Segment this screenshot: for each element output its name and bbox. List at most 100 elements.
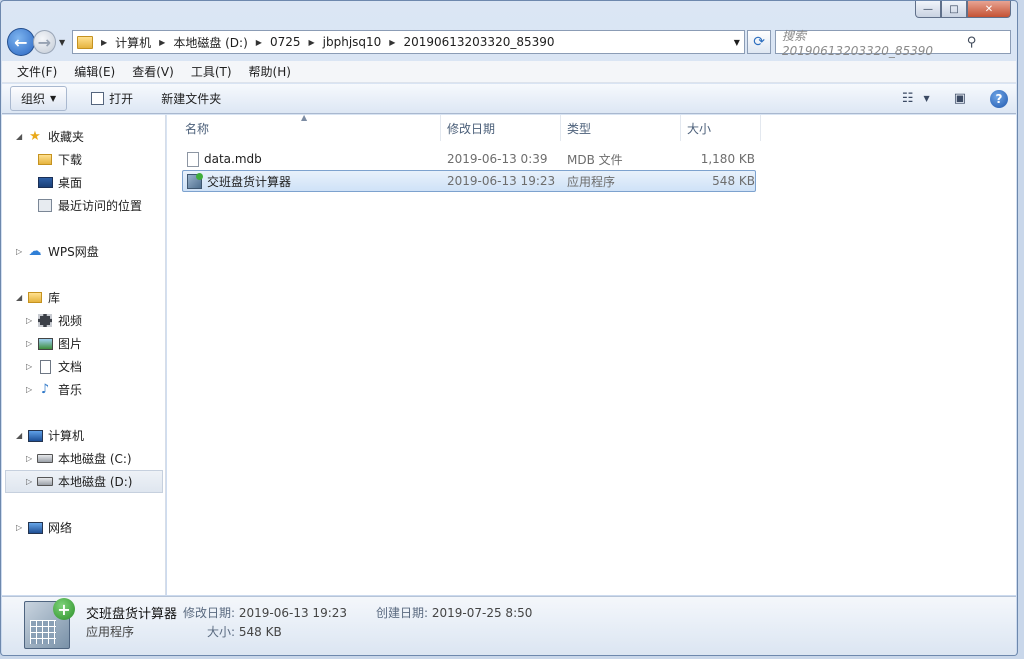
- tree-label: 网络: [48, 521, 73, 535]
- collapsed-arrow-icon[interactable]: ▷: [26, 316, 36, 325]
- refresh-button[interactable]: ⟳: [747, 30, 771, 54]
- tree-computer[interactable]: ◢ 计算机: [2, 424, 165, 447]
- column-header-size[interactable]: 大小: [681, 115, 761, 141]
- column-header-type[interactable]: 类型: [561, 115, 681, 141]
- help-icon[interactable]: ?: [990, 89, 1008, 108]
- tree-documents[interactable]: ▷ 文档: [2, 355, 165, 378]
- expanded-arrow-icon[interactable]: ◢: [16, 293, 26, 302]
- new-folder-button[interactable]: 新建文件夹: [151, 86, 231, 111]
- caption-buttons: — □ ✕: [915, 1, 1011, 18]
- collapsed-arrow-icon[interactable]: ▷: [26, 362, 36, 371]
- details-value: 548 KB: [238, 625, 282, 639]
- menu-help[interactable]: 帮助(H): [240, 61, 299, 82]
- tree-wps-cloud[interactable]: ▷ ☁ WPS网盘: [2, 240, 165, 263]
- address-bar[interactable]: ▶ 计算机 ▶ 本地磁盘 (D:) ▶ 0725 ▶ jbphjsq10 ▶ 2…: [71, 30, 746, 54]
- collapsed-arrow-icon[interactable]: ▷: [26, 477, 36, 486]
- search-input[interactable]: 搜索 20190613203320_85390 ⚲: [774, 29, 1012, 58]
- application-icon: [187, 172, 203, 189]
- open-icon: [91, 92, 105, 105]
- file-date: 2019-06-13 0:39: [447, 152, 548, 166]
- tree-label: 图片: [58, 337, 83, 351]
- tree-pictures[interactable]: ▷ 图片: [2, 332, 165, 355]
- breadcrumb: ▶ 计算机 ▶ 本地磁盘 (D:) ▶ 0725 ▶ jbphjsq10 ▶ 2…: [93, 34, 555, 51]
- breadcrumb-separator-icon[interactable]: ▶: [159, 38, 165, 47]
- details-file-name: 交班盘货计算器: [86, 607, 178, 622]
- file-row[interactable]: data.mdb 2019-06-13 0:39 MDB 文件 1,180 KB: [182, 148, 756, 170]
- file-row[interactable]: 交班盘货计算器 2019-06-13 19:23 应用程序 548 KB: [182, 170, 756, 192]
- view-dropdown-icon[interactable]: ▼: [924, 94, 930, 103]
- details-value: 2019-07-25 8:50: [431, 606, 533, 620]
- tree-label: 收藏夹: [48, 130, 85, 144]
- breadcrumb-separator-icon[interactable]: ▶: [389, 38, 395, 47]
- recent-pages-dropdown[interactable]: ▼: [56, 38, 68, 47]
- breadcrumb-0725[interactable]: 0725: [270, 35, 301, 49]
- maximize-button[interactable]: □: [941, 1, 967, 18]
- collapsed-arrow-icon[interactable]: ▷: [16, 523, 26, 532]
- file-date: 2019-06-13 19:23: [447, 174, 556, 188]
- libraries-icon: [26, 290, 44, 306]
- breadcrumb-separator-icon[interactable]: ▶: [256, 38, 262, 47]
- menu-tools[interactable]: 工具(T): [182, 61, 240, 82]
- tree-label: 库: [48, 291, 61, 305]
- breadcrumb-computer[interactable]: 计算机: [115, 34, 151, 51]
- organize-button[interactable]: 组织 ▼: [10, 86, 68, 111]
- forward-button[interactable]: →: [32, 30, 57, 54]
- column-header-date[interactable]: 修改日期: [441, 115, 561, 141]
- desktop-icon: [36, 175, 54, 191]
- collapsed-arrow-icon[interactable]: ▷: [26, 454, 36, 463]
- computer-icon: [26, 428, 44, 444]
- menu-file[interactable]: 文件(F): [8, 61, 65, 82]
- preview-pane-icon[interactable]: ▣: [954, 91, 966, 106]
- details-pane: + 交班盘货计算器 应用程序 修改日期: 2019-06-13 19:23 大小…: [2, 596, 1016, 655]
- downloads-folder-icon: [36, 152, 54, 168]
- tree-network[interactable]: ▷ 网络: [2, 516, 165, 539]
- minimize-button[interactable]: —: [915, 1, 941, 18]
- breadcrumb-current-folder[interactable]: 20190613203320_85390: [403, 35, 554, 49]
- view-options-icon[interactable]: ☷: [902, 91, 914, 106]
- file-list-pane: ▲ 名称 修改日期 类型 大小 data.mdb 2019-06-13 0:39…: [167, 113, 1016, 595]
- column-header-name[interactable]: ▲ 名称: [179, 113, 441, 141]
- menu-edit[interactable]: 编辑(E): [65, 61, 123, 82]
- tree-label: 桌面: [58, 176, 83, 190]
- details-value: 2019-06-13 19:23: [238, 606, 348, 620]
- search-placeholder: 搜索 20190613203320_85390: [781, 28, 934, 58]
- navigation-pane: ◢ ★ 收藏夹 下载 桌面 最近访问的位置 ▷ ☁ WPS网盘 ◢ 库 ▷ 视频…: [2, 115, 166, 595]
- tree-label: 音乐: [58, 383, 83, 397]
- document-icon: [36, 359, 54, 375]
- details-label: 修改日期:: [183, 606, 236, 620]
- address-dropdown[interactable]: ▼: [728, 37, 744, 47]
- expanded-arrow-icon[interactable]: ◢: [16, 431, 26, 440]
- cloud-icon: ☁: [28, 244, 42, 259]
- arrow-left-icon: ←: [14, 32, 28, 52]
- tree-desktop[interactable]: 桌面: [2, 171, 165, 194]
- back-button[interactable]: ←: [7, 28, 35, 56]
- menu-view[interactable]: 查看(V): [123, 61, 182, 82]
- details-created: 创建日期: 2019-07-25 8:50: [376, 604, 532, 621]
- tree-drive-c[interactable]: ▷ 本地磁盘 (C:): [2, 447, 165, 470]
- open-button[interactable]: 打开: [81, 86, 143, 111]
- picture-icon: [36, 336, 54, 352]
- expanded-arrow-icon[interactable]: ◢: [16, 132, 26, 141]
- column-header-label: 大小: [687, 121, 712, 136]
- file-name-cell: data.mdb: [183, 151, 445, 167]
- collapsed-arrow-icon[interactable]: ▷: [16, 247, 26, 256]
- tree-videos[interactable]: ▷ 视频: [2, 309, 165, 332]
- details-label: 创建日期:: [376, 606, 429, 620]
- collapsed-arrow-icon[interactable]: ▷: [26, 339, 36, 348]
- tree-drive-d[interactable]: ▷ 本地磁盘 (D:): [5, 470, 163, 493]
- tree-recent-places[interactable]: 最近访问的位置: [2, 194, 165, 217]
- chevron-down-icon: ▼: [50, 94, 57, 103]
- breadcrumb-drive-d[interactable]: 本地磁盘 (D:): [173, 34, 247, 51]
- tree-downloads[interactable]: 下载: [2, 148, 165, 171]
- tree-music[interactable]: ▷ ♪ 音乐: [2, 378, 165, 401]
- search-icon[interactable]: ⚲: [933, 35, 1010, 50]
- breadcrumb-jbphjsq10[interactable]: jbphjsq10: [323, 35, 382, 49]
- close-button[interactable]: ✕: [967, 1, 1011, 18]
- tree-libraries[interactable]: ◢ 库: [2, 286, 165, 309]
- file-size: 548 KB: [712, 174, 755, 188]
- breadcrumb-separator-icon[interactable]: ▶: [308, 38, 314, 47]
- collapsed-arrow-icon[interactable]: ▷: [26, 385, 36, 394]
- drive-icon: [36, 474, 54, 490]
- tree-favorites[interactable]: ◢ ★ 收藏夹: [2, 125, 165, 148]
- breadcrumb-separator-icon[interactable]: ▶: [101, 38, 107, 47]
